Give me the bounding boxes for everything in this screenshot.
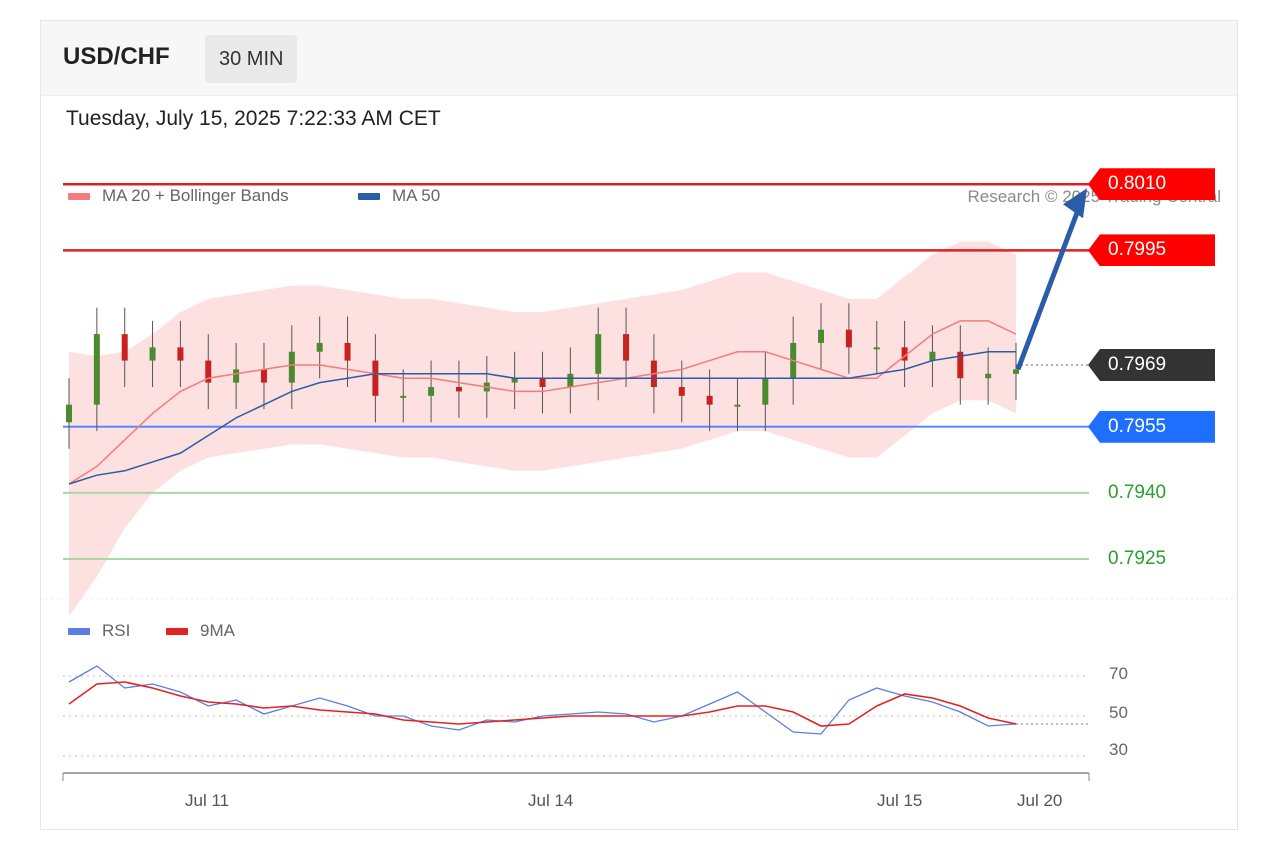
- candle-body: [149, 347, 156, 361]
- projection-arrow-shaft: [1015, 201, 1084, 371]
- candle-body: [372, 360, 379, 396]
- candle-body: [706, 395, 713, 405]
- x-tick-jul14: Jul 14: [528, 791, 574, 810]
- candle-body: [233, 369, 240, 383]
- candle-body: [595, 334, 602, 374]
- candle-body: [678, 387, 685, 396]
- price-label-0.8010: 0.8010: [1088, 168, 1215, 201]
- candle-body: [288, 351, 295, 383]
- candle-body: [400, 395, 407, 398]
- candle-body: [762, 378, 769, 405]
- legend-rsi-label: RSI: [102, 621, 131, 640]
- candle-body: [873, 347, 880, 350]
- candle-body: [818, 329, 825, 343]
- price-label-0.7940: 0.7940: [1108, 481, 1167, 503]
- candle-body: [539, 378, 546, 388]
- price-label-0.7969: 0.7969: [1088, 348, 1215, 381]
- candle-body: [929, 351, 936, 361]
- candle-body: [734, 404, 741, 407]
- candle-body: [985, 373, 992, 379]
- rsi-level-30: 30: [1109, 740, 1128, 759]
- rsi-level-70: 70: [1109, 664, 1128, 683]
- candle-body: [177, 347, 184, 361]
- candle-body: [93, 334, 100, 405]
- candle-body: [260, 369, 267, 383]
- price-label-0.7925: 0.7925: [1108, 547, 1167, 569]
- x-tick-jul11: Jul 11: [185, 791, 230, 810]
- chart-card: USD/CHF 30 MIN Tuesday, July 15, 2025 7:…: [40, 20, 1239, 830]
- legend-rsi: RSI: [68, 621, 130, 641]
- candle-body: [1013, 369, 1019, 374]
- candle-body: [428, 387, 435, 396]
- rsi-level-50: 50: [1109, 703, 1128, 722]
- x-tick-jul15: Jul 15: [877, 791, 923, 810]
- price-label-0.7995: 0.7995: [1088, 234, 1215, 267]
- candle-body: [845, 329, 852, 348]
- legend-9ma-label: 9MA: [200, 621, 235, 640]
- x-tick-jul20: Jul 20: [1017, 791, 1063, 810]
- candle-body: [623, 334, 630, 361]
- legend-9ma: 9MA: [166, 621, 235, 641]
- price-chart: [41, 182, 1239, 781]
- candle-body: [121, 334, 128, 361]
- candle-body: [66, 404, 72, 423]
- price-label-0.7955: 0.7955: [1088, 410, 1215, 443]
- candle-body: [344, 342, 351, 361]
- candle-body: [567, 373, 574, 388]
- ma9-swatch-icon: [166, 627, 188, 635]
- rsi-swatch-icon: [68, 627, 90, 635]
- bollinger-band-area: [69, 241, 1016, 617]
- candle-body: [455, 387, 462, 392]
- candle-body: [316, 342, 323, 352]
